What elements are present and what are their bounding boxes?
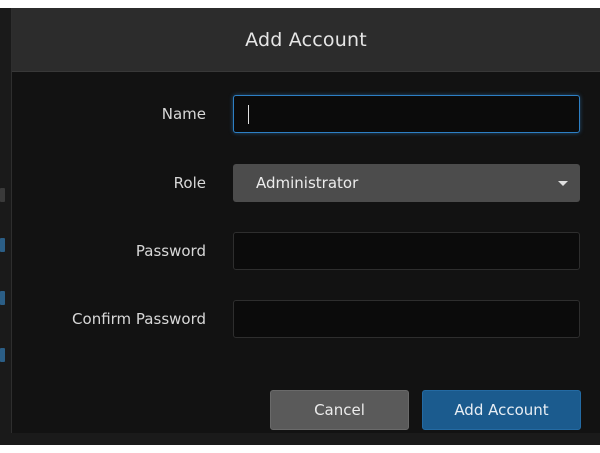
password-input[interactable] [233, 232, 580, 270]
chevron-down-icon [558, 180, 568, 186]
form-row-password: Password [12, 232, 600, 270]
background-item [0, 188, 5, 202]
add-account-button[interactable]: Add Account [422, 390, 581, 430]
role-select-value: Administrator [256, 174, 359, 192]
confirm-password-label: Confirm Password [72, 310, 206, 328]
confirm-password-input[interactable] [233, 300, 580, 338]
background-link [0, 348, 5, 362]
form-row-name: Name [12, 95, 600, 133]
form-row-role: Role Administrator [12, 164, 600, 202]
dialog-header: Add Account [12, 8, 600, 72]
form-row-confirm-password: Confirm Password [12, 300, 600, 338]
role-select[interactable]: Administrator [233, 164, 580, 202]
add-account-dialog: Add Account Name Role Administrator Pass… [11, 8, 600, 433]
background-link [0, 238, 5, 252]
background-strip [290, 445, 600, 453]
name-input[interactable] [233, 95, 580, 133]
cancel-button[interactable]: Cancel [270, 390, 409, 430]
role-label: Role [173, 174, 206, 192]
background-link [0, 291, 5, 305]
password-label: Password [135, 242, 206, 260]
text-caret [248, 105, 249, 124]
name-label: Name [161, 105, 206, 123]
dialog-title: Add Account [245, 28, 367, 51]
